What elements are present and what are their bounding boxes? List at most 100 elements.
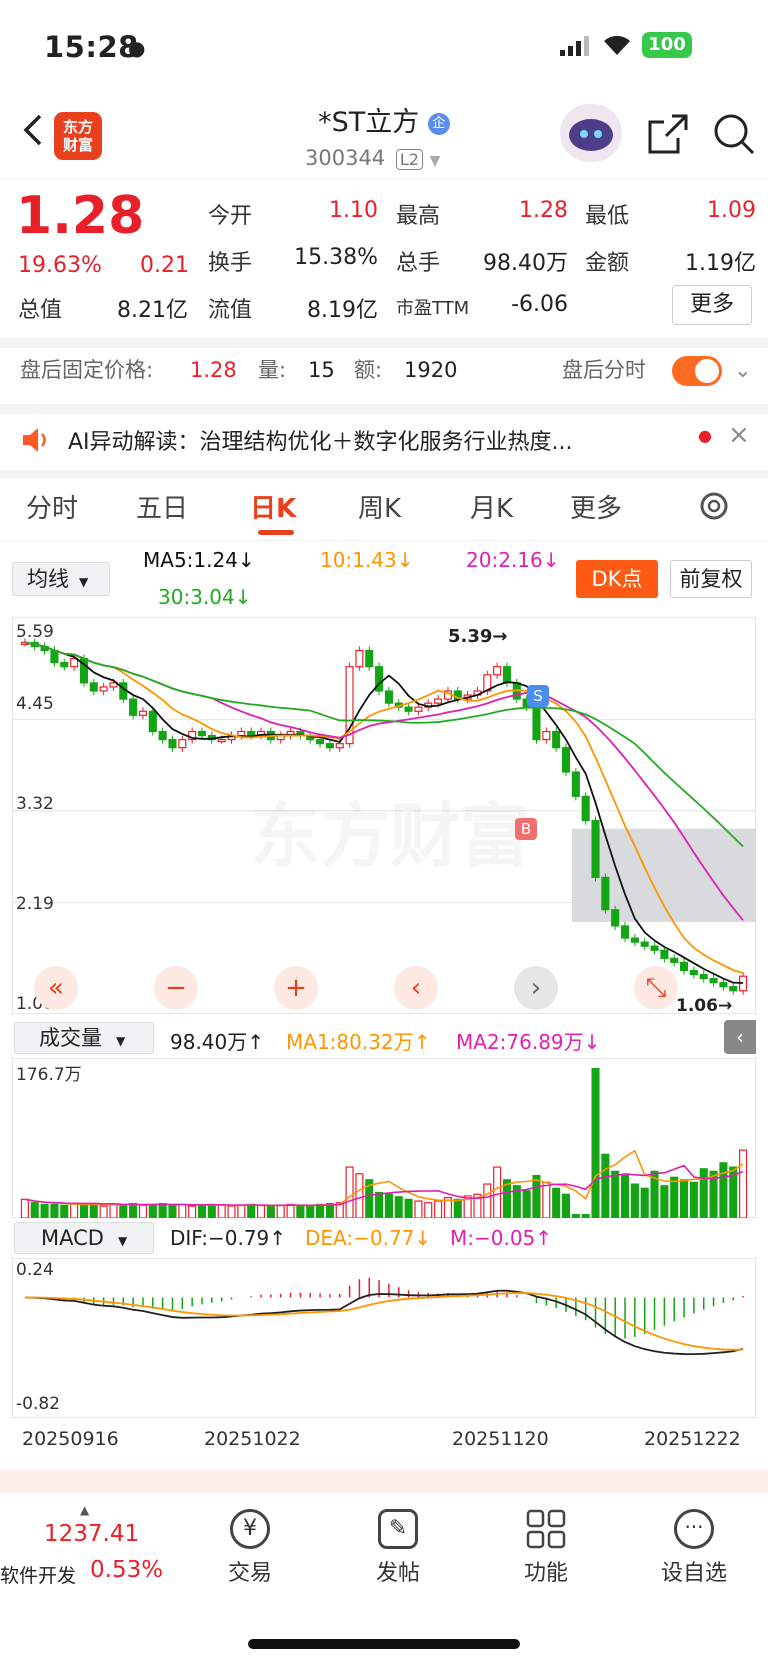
volume-label: 总手 [396, 251, 441, 276]
scroll-right-button[interactable]: › [514, 966, 558, 1010]
volume-bar [581, 1214, 590, 1218]
volume-bar [404, 1198, 413, 1218]
y-label-2: 4.45 [16, 694, 54, 714]
volume-bar [375, 1191, 384, 1218]
afterhours-amt: 1920 [404, 358, 458, 382]
volume-chart [12, 1058, 756, 1218]
volume-bar [630, 1183, 639, 1218]
volume-bar [689, 1181, 698, 1218]
speaker-icon [20, 426, 50, 458]
date-label-2: 20251022 [204, 1428, 301, 1450]
close-icon[interactable]: × [728, 420, 750, 450]
bottom-toolbar: ▲ 1237.41 软件开发 0.53% ¥ 交易 ✎ 发帖 功能 ··· 设自… [0, 1492, 768, 1663]
afterhours-tick-label: 盘后分时 [562, 358, 646, 382]
afterhours-toggle[interactable] [672, 356, 722, 386]
afterhours-row: 盘后固定价格: 1.28 量: 15 额: 1920 盘后分时 ⌄ [0, 348, 768, 404]
candle [493, 666, 502, 676]
macd-selector[interactable]: MACD ▼ [14, 1222, 154, 1254]
volume-bar [70, 1202, 79, 1218]
search-icon[interactable] [712, 112, 756, 160]
tab-weekly-k[interactable]: 周K [358, 488, 401, 525]
candle [699, 973, 708, 980]
zoom-out-button[interactable]: − [154, 966, 198, 1010]
volume-bar [148, 1203, 157, 1218]
date-label-3: 20251120 [452, 1428, 549, 1450]
fullscreen-button[interactable]: ⤡ [634, 966, 678, 1010]
tab-daily-k[interactable]: 日K [250, 488, 296, 525]
volume-bar [296, 1204, 305, 1218]
candle [237, 730, 246, 737]
volume-bar [453, 1198, 462, 1218]
sector-index[interactable]: ▲ 1237.41 软件开发 0.53% [0, 1503, 170, 1593]
volume-bar [601, 1153, 610, 1218]
afterhours-price: 1.28 [190, 358, 237, 382]
low-label: 最低 [585, 204, 630, 229]
scroll-left-fast-button[interactable]: « [34, 966, 78, 1010]
ai-banner[interactable]: AI异动解读：治理结构优化＋数字化服务行业热度... ● × [0, 414, 768, 470]
post-button[interactable]: ✎ 发帖 [348, 1509, 448, 1587]
settings-icon[interactable] [696, 488, 732, 528]
divider [0, 1470, 768, 1492]
more-button[interactable]: 更多 [672, 285, 752, 325]
buy-signal-badge[interactable]: B [515, 818, 537, 840]
candle [581, 795, 590, 822]
sell-signal-badge[interactable]: S [527, 685, 549, 707]
zoom-in-button[interactable]: + [274, 966, 318, 1010]
status-bar: 15:28 ● 100 [0, 0, 768, 96]
amount-value: 1.19亿 [685, 251, 756, 276]
volume-bar [719, 1162, 728, 1218]
volume-value: 98.40万 [483, 251, 568, 276]
volume-selector[interactable]: 成交量 ▼ [14, 1022, 154, 1054]
share-icon[interactable] [646, 112, 690, 160]
dk-point-button[interactable]: DK点 [576, 560, 658, 598]
tab-monthly-k[interactable]: 月K [470, 488, 513, 525]
open-value: 1.10 [329, 198, 378, 223]
volume-bar [119, 1204, 128, 1218]
low-value: 1.09 [707, 198, 756, 223]
volume-bar [266, 1205, 275, 1218]
volume-bar [384, 1193, 393, 1218]
tab-more[interactable]: 更多 [570, 488, 622, 525]
add-watchlist-button[interactable]: ··· 设自选 [644, 1509, 744, 1587]
volume-bar [680, 1179, 689, 1218]
volume-bar [542, 1181, 551, 1218]
volume-bar [316, 1203, 325, 1218]
scroll-left-button[interactable]: ‹ [394, 966, 438, 1010]
indicator-selector[interactable]: 均线 ▼ [12, 562, 110, 596]
robot-avatar[interactable] [560, 104, 622, 162]
volume-bar [532, 1174, 541, 1218]
candle [365, 649, 374, 668]
macd-chart [12, 1258, 756, 1418]
candle [138, 710, 148, 716]
candle [670, 957, 679, 964]
macd-top-label: 0.24 [16, 1260, 54, 1280]
trade-button[interactable]: ¥ 交易 [200, 1509, 300, 1587]
y-label-1: 5.59 [16, 622, 54, 642]
function-button[interactable]: 功能 [496, 1509, 596, 1587]
volume-bar [483, 1183, 492, 1218]
volume-bar [40, 1203, 49, 1218]
stock-code-row[interactable]: 300344 L2 ▼ [305, 146, 440, 170]
divider [0, 338, 768, 348]
candle [158, 730, 167, 741]
chevron-down-icon[interactable]: ⌄ [734, 348, 752, 392]
tab-five-day[interactable]: 五日 [136, 488, 188, 525]
divider [0, 540, 768, 541]
pe-value: -6.06 [511, 292, 568, 317]
tab-intraday[interactable]: 分时 [26, 488, 78, 525]
adjust-button[interactable]: 前复权 [670, 560, 752, 598]
volume-bar [79, 1203, 88, 1218]
candle [89, 682, 98, 692]
volume-bar [227, 1205, 236, 1218]
watermark: 东方财富 [250, 780, 530, 881]
candle [325, 743, 334, 749]
sector-pct: 0.53% [90, 1557, 164, 1583]
trade-label: 交易 [227, 1561, 272, 1586]
low-marker: 1.06→ [676, 996, 733, 1016]
post-label: 发帖 [375, 1561, 420, 1586]
candle [247, 730, 256, 737]
collapse-panel-button[interactable]: ‹ [724, 1020, 756, 1054]
grid-icon [526, 1509, 566, 1549]
volume-bar [699, 1168, 708, 1218]
macd-bottom-label: -0.82 [16, 1394, 60, 1414]
